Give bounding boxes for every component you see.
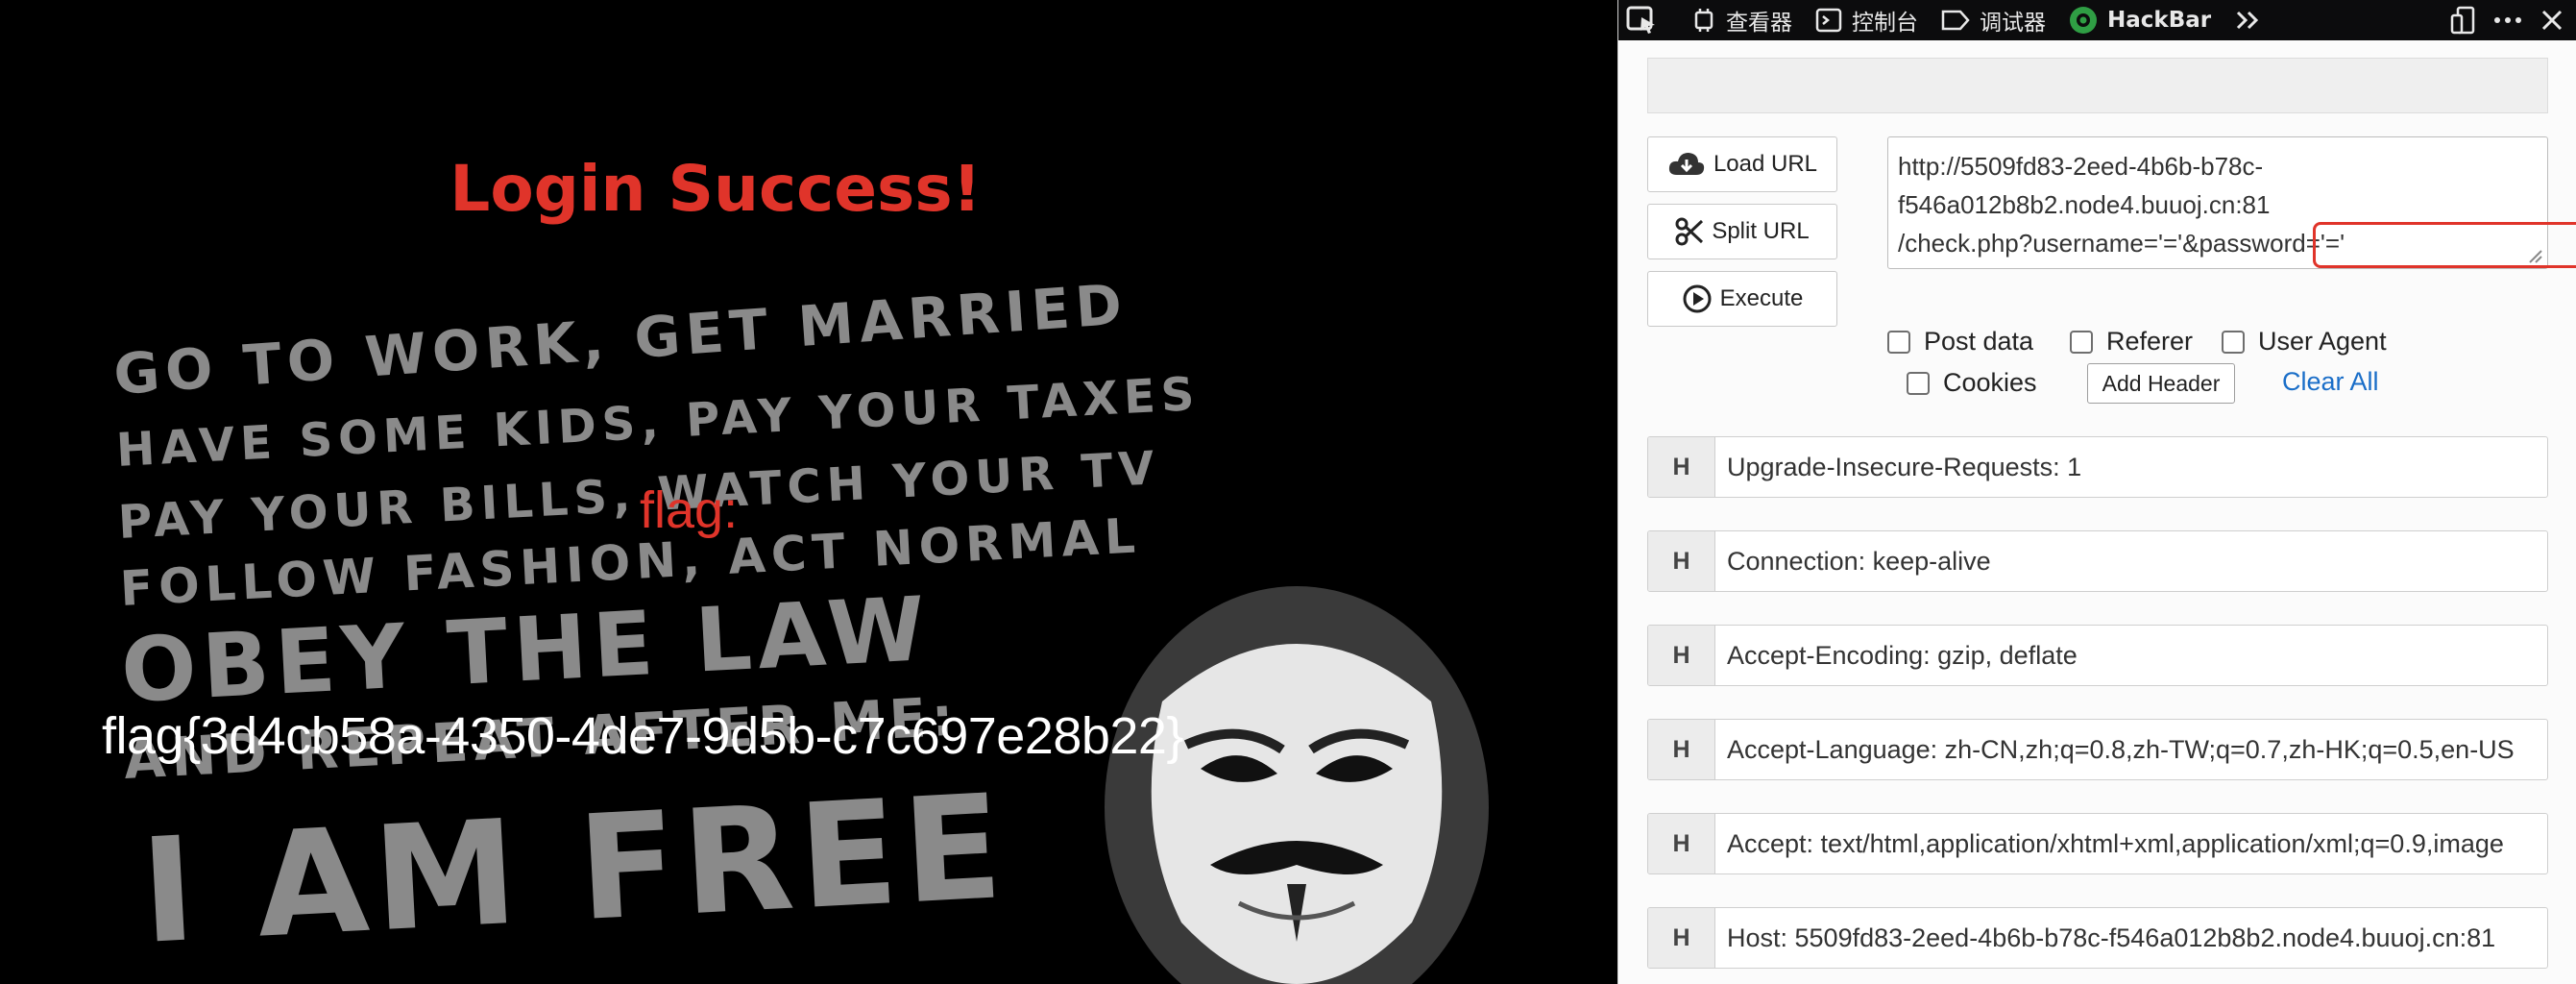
header-toggle-button[interactable]: H	[1648, 908, 1715, 968]
pick-element-icon	[1626, 6, 1655, 34]
checkbox-box[interactable]	[1907, 371, 1930, 395]
resize-handle-icon[interactable]	[2526, 247, 2543, 264]
header-row[interactable]: H Connection: keep-alive	[1647, 530, 2548, 592]
cloud-download-icon	[1668, 153, 1705, 175]
header-value[interactable]: Accept-Encoding: gzip, deflate	[1727, 626, 2541, 685]
header-row[interactable]: H Host: 5509fd83-2eed-4b6b-b78c-f546a012…	[1647, 907, 2548, 969]
clear-all-link[interactable]: Clear All	[2282, 367, 2379, 397]
user-agent-label: User Agent	[2258, 327, 2387, 356]
header-value[interactable]: Accept-Language: zh-CN,zh;q=0.8,zh-TW;q=…	[1727, 720, 2541, 779]
webpage: GO TO WORK, GET MARRIED HAVE SOME KIDS, …	[0, 0, 1617, 984]
mask-image	[1105, 586, 1489, 984]
tab-hackbar-label: HackBar	[2107, 8, 2212, 33]
header-value[interactable]: Upgrade-Insecure-Requests: 1	[1727, 437, 2541, 497]
execute-button[interactable]: Execute	[1647, 271, 1837, 327]
scissors-icon	[1675, 217, 1704, 246]
debugger-icon	[1941, 10, 1970, 31]
tab-inspector-label: 查看器	[1726, 11, 1792, 36]
url-line: f546a012b8b2.node4.buuoj.cn:81	[1898, 190, 2271, 219]
header-value[interactable]: Host: 5509fd83-2eed-4b6b-b78c-f546a012b8…	[1727, 908, 2541, 968]
page-title: Login Success!	[450, 152, 982, 226]
cookies-checkbox[interactable]: Cookies	[1907, 368, 2037, 398]
bg-art-line: I AM FREE	[137, 764, 1011, 976]
post-data-checkbox[interactable]: Post data	[1887, 327, 2033, 357]
devtools-panel: 查看器 控制台 调试器 HackBar Load URL Split URL E…	[1617, 0, 2576, 984]
user-agent-checkbox[interactable]: User Agent	[2222, 327, 2387, 357]
close-devtools-button[interactable]	[2535, 3, 2569, 37]
flag-value: flag{3d4cb58a-4350-4de7-9d5b-c7c697e28b2…	[102, 707, 1184, 765]
toolbar-right-controls	[2437, 0, 2569, 40]
add-header-button[interactable]: Add Header	[2087, 363, 2235, 404]
url-textarea[interactable]: http://5509fd83-2eed-4b6b-b78c- f546a012…	[1887, 136, 2576, 269]
flag-label: flag:	[640, 481, 739, 539]
tab-console-label: 控制台	[1852, 11, 1918, 36]
hackbar-logo-icon	[2070, 7, 2097, 34]
load-url-label: Load URL	[1713, 151, 1818, 177]
header-row[interactable]: H Accept-Encoding: gzip, deflate	[1647, 625, 2548, 686]
referer-checkbox[interactable]: Referer	[2070, 327, 2193, 357]
checkbox-box[interactable]	[1887, 330, 1910, 354]
pick-element-button[interactable]	[1618, 0, 1680, 40]
devtools-toolbar: 查看器 控制台 调试器 HackBar	[1618, 0, 2576, 40]
checkbox-box[interactable]	[2070, 330, 2093, 354]
header-toggle-button[interactable]: H	[1648, 720, 1715, 779]
header-row[interactable]: H Upgrade-Insecure-Requests: 1	[1647, 436, 2548, 498]
inspector-icon	[1694, 9, 1713, 32]
load-url-button[interactable]: Load URL	[1647, 136, 1837, 192]
split-url-button[interactable]: Split URL	[1647, 204, 1837, 259]
header-value[interactable]: Connection: keep-alive	[1727, 531, 2541, 591]
responsive-design-button[interactable]	[2446, 3, 2481, 37]
referer-label: Referer	[2106, 327, 2194, 356]
header-row[interactable]: H Accept: text/html,application/xhtml+xm…	[1647, 813, 2548, 874]
tab-debugger-label: 调试器	[1980, 11, 2046, 36]
tab-console[interactable]: 控制台	[1804, 0, 1930, 40]
menu-button[interactable]	[2491, 3, 2525, 37]
more-tabs-button[interactable]	[2223, 0, 2284, 40]
responsive-icon	[2450, 6, 2475, 35]
post-data-label: Post data	[1924, 327, 2034, 356]
split-url-label: Split URL	[1712, 218, 1810, 244]
play-icon	[1683, 284, 1712, 313]
header-toggle-button[interactable]: H	[1648, 814, 1715, 873]
header-toggle-button[interactable]: H	[1648, 626, 1715, 685]
console-icon	[1815, 8, 1842, 33]
checkbox-box[interactable]	[2222, 330, 2245, 354]
header-toggle-button[interactable]: H	[1648, 437, 1715, 497]
cookies-label: Cookies	[1943, 368, 2037, 397]
header-toggle-button[interactable]: H	[1648, 531, 1715, 591]
header-row[interactable]: H Accept-Language: zh-CN,zh;q=0.8,zh-TW;…	[1647, 719, 2548, 780]
menu-icon	[2494, 17, 2521, 23]
header-value[interactable]: Accept: text/html,application/xhtml+xml,…	[1727, 814, 2541, 873]
close-icon	[2541, 10, 2563, 31]
more-tabs-icon	[2237, 11, 2259, 30]
tab-inspector[interactable]: 查看器	[1680, 0, 1804, 40]
execute-label: Execute	[1719, 285, 1804, 311]
hackbar-top-bar	[1647, 58, 2548, 113]
tab-debugger[interactable]: 调试器	[1930, 0, 2057, 40]
tab-hackbar[interactable]: HackBar	[2057, 0, 2223, 40]
url-line: http://5509fd83-2eed-4b6b-b78c-	[1898, 152, 2264, 181]
